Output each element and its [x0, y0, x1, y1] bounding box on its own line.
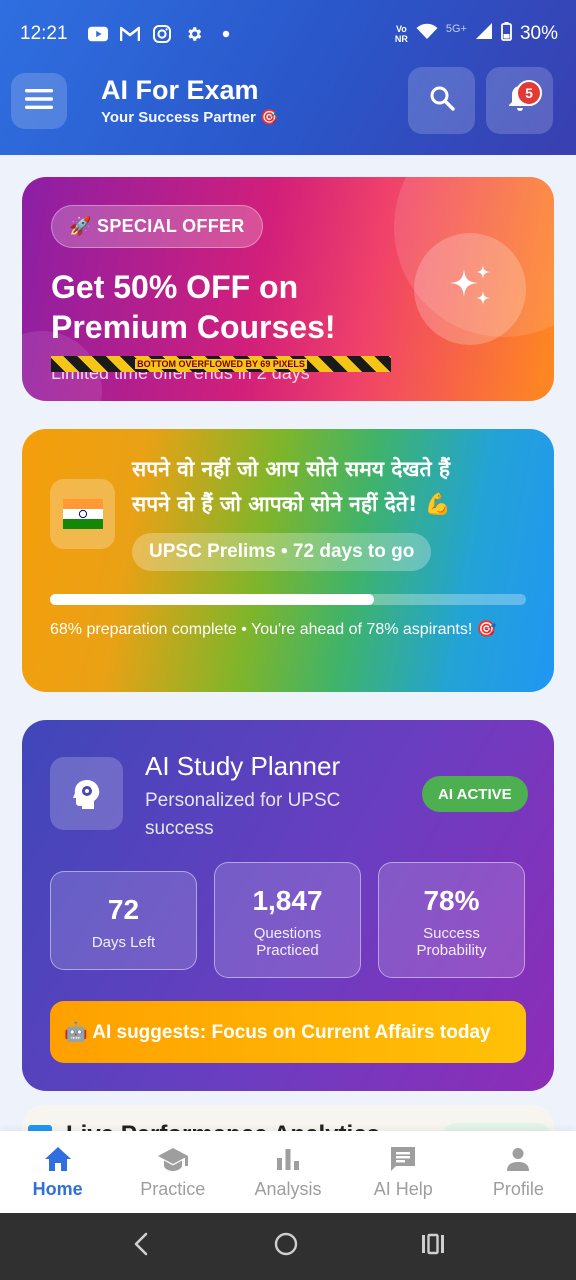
stat-label: Success Probability [416, 925, 487, 959]
quote-line-2: सपने वो हैं जो आपको सोने नहीं देते! 💪 [132, 492, 451, 516]
preparation-progress-bar [50, 594, 526, 605]
home-icon [42, 1143, 74, 1175]
school-icon [157, 1143, 189, 1175]
nav-label: AI Help [373, 1179, 433, 1199]
nav-label: Profile [492, 1179, 544, 1199]
nav-profile[interactable]: Profile [461, 1131, 576, 1213]
recents-icon[interactable] [421, 1232, 445, 1261]
planner-title: AI Study Planner [145, 751, 341, 781]
ai-study-planner-card[interactable]: AI Study Planner Personalized for UPSC s… [22, 720, 554, 1091]
instagram-icon [152, 24, 172, 44]
brain-icon [50, 757, 123, 830]
progress-text: 68% preparation complete • You're ahead … [50, 621, 497, 638]
motivation-card: सपने वो नहीं जो आप सोते समय देखते हैं सप… [22, 429, 554, 692]
wifi-icon [416, 23, 438, 46]
nav-practice[interactable]: Practice [115, 1131, 230, 1213]
stat-label: Questions Practiced [253, 925, 322, 959]
ai-suggestion-banner[interactable]: 🤖 AI suggests: Focus on Current Affairs … [50, 1001, 526, 1063]
app-title: AI For Exam [101, 75, 259, 105]
search-icon [429, 85, 455, 116]
stat-success-probability: 78% Success Probability [378, 862, 525, 978]
nav-label: Analysis [254, 1179, 322, 1199]
india-flag-icon [50, 479, 115, 549]
planner-subtitle: Personalized for UPSC success [145, 790, 341, 839]
nav-label: Home [32, 1179, 83, 1199]
nav-ai-help[interactable]: AI Help [346, 1131, 461, 1213]
overflow-warning-stripe: BOTTOM OVERFLOWED BY 69 PIXELS [51, 356, 391, 372]
ai-active-badge: AI ACTIVE [422, 776, 528, 812]
settings-icon [184, 24, 204, 44]
status-bar: 12:21 Vo NR 5G+ 30% [20, 18, 558, 50]
signal-icon [475, 22, 493, 46]
volte-indicator: Vo NR [394, 24, 408, 44]
nav-analysis[interactable]: Analysis [230, 1131, 345, 1213]
app-subtitle: Your Success Partner 🎯 [101, 109, 279, 126]
stat-days-left: 72 Days Left [50, 871, 197, 970]
battery-percent: 30% [519, 23, 558, 44]
chat-icon [387, 1143, 419, 1175]
special-offer-card[interactable]: 🚀 SPECIAL OFFER Get 50% OFF on Premium C… [22, 177, 554, 401]
dot-icon [216, 24, 236, 44]
app-bar: AI For Exam Your Success Partner 🎯 5 [0, 67, 576, 135]
bottom-navigation: Home Practice Analysis AI Help Profile [0, 1131, 576, 1213]
notification-badge: 5 [516, 80, 542, 106]
youtube-icon [87, 24, 108, 44]
stat-questions-practiced: 1,847 Questions Practiced [214, 862, 361, 978]
nav-home[interactable]: Home [0, 1131, 115, 1213]
ai-suggestion-text: 🤖 AI suggests: Focus on Current Affairs … [64, 1022, 491, 1043]
exam-countdown-chip: UPSC Prelims • 72 days to go [132, 533, 432, 571]
offer-title: Get 50% OFF on Premium Courses! [51, 269, 336, 345]
search-button[interactable] [408, 67, 475, 134]
special-offer-label: 🚀 SPECIAL OFFER [69, 216, 245, 236]
sparkle-badge [414, 233, 526, 345]
menu-button[interactable] [11, 73, 67, 129]
stat-label: Days Left [91, 934, 156, 951]
progress-fill [50, 594, 374, 605]
gmail-icon [119, 24, 140, 44]
stat-value: 1,847 [252, 885, 323, 916]
person-icon [502, 1143, 534, 1175]
system-navigation-bar [0, 1213, 576, 1280]
sparkle-icon [442, 259, 498, 320]
quote-line-1: सपने वो नहीं जो आप सोते समय देखते हैं [132, 457, 451, 481]
home-circle-icon[interactable] [273, 1231, 299, 1262]
status-time: 12:21 [20, 23, 68, 44]
overflow-warning-text: BOTTOM OVERFLOWED BY 69 PIXELS [135, 359, 307, 369]
stat-value: 72 [107, 894, 140, 925]
menu-icon [25, 88, 53, 115]
battery-icon [501, 21, 512, 47]
nav-label: Practice [140, 1179, 206, 1199]
network-type: 5G+ [445, 23, 467, 35]
stat-value: 78% [423, 885, 480, 916]
notifications-button[interactable]: 5 [486, 67, 553, 134]
app-header: 12:21 Vo NR 5G+ 30% AI For Exam Your Suc… [0, 0, 576, 155]
special-offer-badge: 🚀 SPECIAL OFFER [51, 205, 263, 248]
back-icon[interactable] [131, 1231, 151, 1262]
bar-chart-icon [272, 1143, 304, 1175]
